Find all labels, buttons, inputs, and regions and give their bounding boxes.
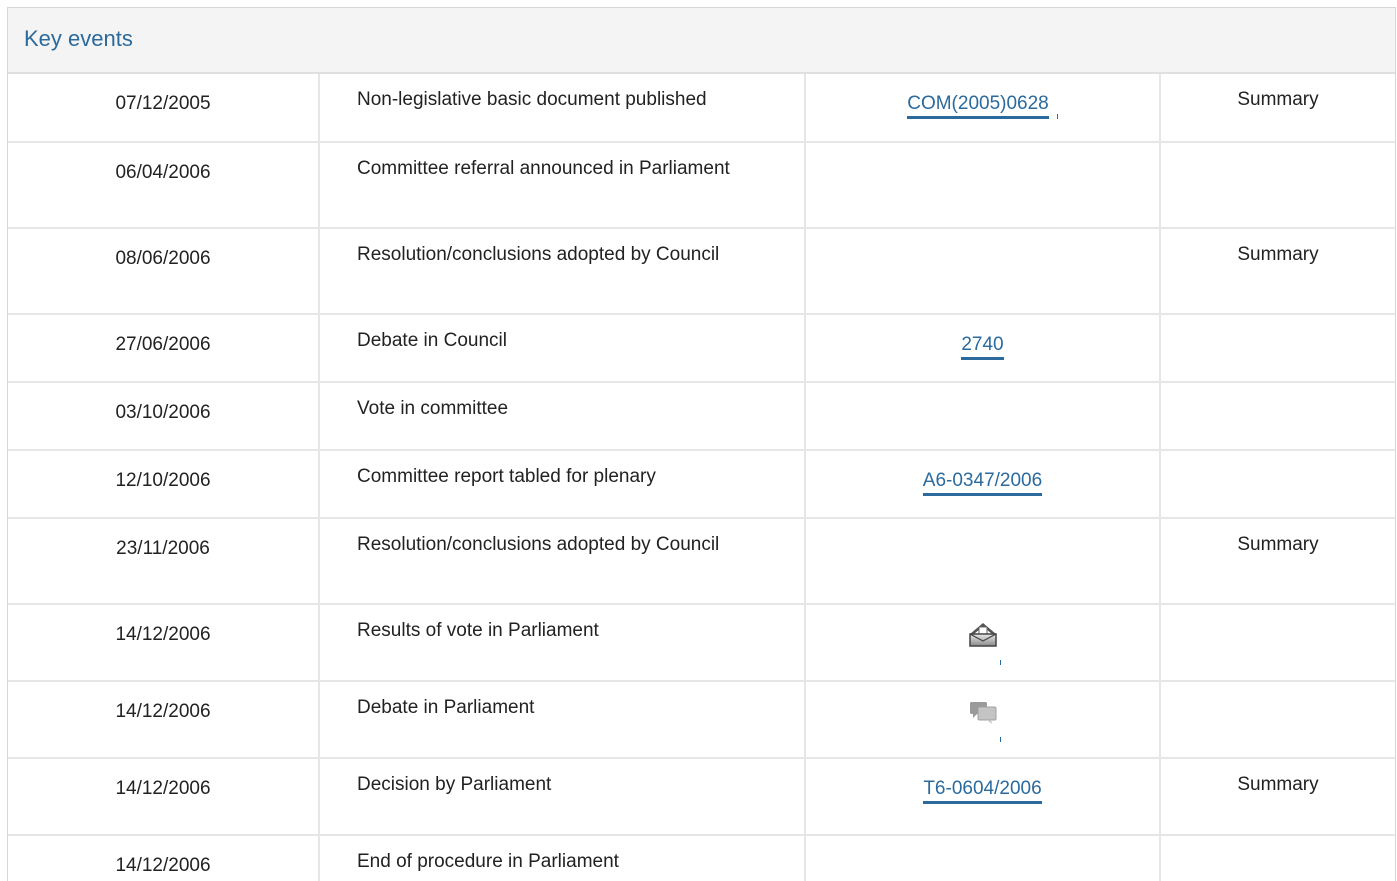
- speech-bubbles-icon[interactable]: [966, 697, 1001, 742]
- event-date: 12/10/2006: [8, 450, 320, 519]
- event-description: Debate in Parliament: [319, 681, 806, 759]
- event-date: 14/12/2006: [8, 681, 320, 759]
- event-date: 14/12/2006: [8, 835, 320, 881]
- table-row: 08/06/2006 Resolution/conclusions adopte…: [8, 228, 1395, 315]
- table-row: 03/10/2006 Vote in committee: [8, 382, 1395, 451]
- panel-title: Key events: [24, 26, 133, 51]
- event-date: 06/04/2006: [8, 142, 320, 229]
- event-description: Results of vote in Parliament: [319, 604, 806, 682]
- document-reference-cell: T6-0604/2006: [805, 758, 1161, 836]
- table-row: 27/06/2006 Debate in Council 2740: [8, 314, 1395, 383]
- table-row: 14/12/2006 Debate in Parliament: [8, 681, 1395, 759]
- event-date: 03/10/2006: [8, 382, 320, 451]
- event-description: Debate in Council: [319, 314, 806, 383]
- document-reference-cell: [805, 835, 1161, 881]
- document-reference-cell: COM(2005)0628: [805, 74, 1161, 143]
- document-reference-cell: [805, 228, 1161, 315]
- event-date: 07/12/2005: [8, 74, 320, 143]
- table-row: 06/04/2006 Committee referral announced …: [8, 142, 1395, 229]
- document-link[interactable]: A6-0347/2006: [922, 469, 1043, 496]
- event-date: 27/06/2006: [8, 314, 320, 383]
- document-reference-cell: [805, 382, 1161, 451]
- summary-link[interactable]: Summary: [1160, 228, 1395, 315]
- summary-link[interactable]: Summary: [1160, 758, 1395, 836]
- summary-link[interactable]: Summary: [1160, 518, 1395, 605]
- event-date: 14/12/2006: [8, 604, 320, 682]
- key-events-panel: Key events 07/12/2005 Non-legislative ba…: [7, 7, 1396, 881]
- document-reference-cell: [805, 681, 1161, 759]
- table-row: 23/11/2006 Resolution/conclusions adopte…: [8, 518, 1395, 605]
- summary-cell: [1160, 450, 1395, 519]
- table-row: 14/12/2006 End of procedure in Parliamen…: [8, 835, 1395, 881]
- document-link[interactable]: COM(2005)0628: [907, 92, 1049, 119]
- event-date: 08/06/2006: [8, 228, 320, 315]
- ballot-box-icon[interactable]: [966, 620, 1001, 665]
- key-events-table: 07/12/2005 Non-legislative basic documen…: [8, 74, 1395, 881]
- event-date: 14/12/2006: [8, 758, 320, 836]
- table-row: 14/12/2006 Decision by Parliament T6-060…: [8, 758, 1395, 836]
- document-reference-cell: 2740: [805, 314, 1161, 383]
- summary-cell: [1160, 142, 1395, 229]
- document-reference-cell: A6-0347/2006: [805, 450, 1161, 519]
- summary-cell: [1160, 382, 1395, 451]
- document-link[interactable]: T6-0604/2006: [923, 777, 1042, 804]
- summary-link[interactable]: Summary: [1160, 74, 1395, 143]
- summary-cell: [1160, 314, 1395, 383]
- link-marker: [1056, 114, 1058, 119]
- summary-cell: [1160, 604, 1395, 682]
- summary-cell: [1160, 835, 1395, 881]
- link-marker: [999, 660, 1001, 665]
- document-reference-cell: [805, 518, 1161, 605]
- table-row: 14/12/2006 Results of vote in Parliament: [8, 604, 1395, 682]
- panel-header: Key events: [8, 8, 1395, 74]
- event-description: Committee referral announced in Parliame…: [319, 142, 806, 229]
- event-description: End of procedure in Parliament: [319, 835, 806, 881]
- event-description: Vote in committee: [319, 382, 806, 451]
- table-row: 12/10/2006 Committee report tabled for p…: [8, 450, 1395, 519]
- summary-cell: [1160, 681, 1395, 759]
- document-link[interactable]: 2740: [961, 333, 1004, 360]
- event-description: Non-legislative basic document published: [319, 74, 806, 143]
- link-marker: [999, 737, 1001, 742]
- event-description: Resolution/conclusions adopted by Counci…: [319, 518, 806, 605]
- document-reference-cell: [805, 142, 1161, 229]
- document-reference-cell: [805, 604, 1161, 682]
- event-date: 23/11/2006: [8, 518, 320, 605]
- table-row: 07/12/2005 Non-legislative basic documen…: [8, 74, 1395, 143]
- event-description: Committee report tabled for plenary: [319, 450, 806, 519]
- event-description: Decision by Parliament: [319, 758, 806, 836]
- event-description: Resolution/conclusions adopted by Counci…: [319, 228, 806, 315]
